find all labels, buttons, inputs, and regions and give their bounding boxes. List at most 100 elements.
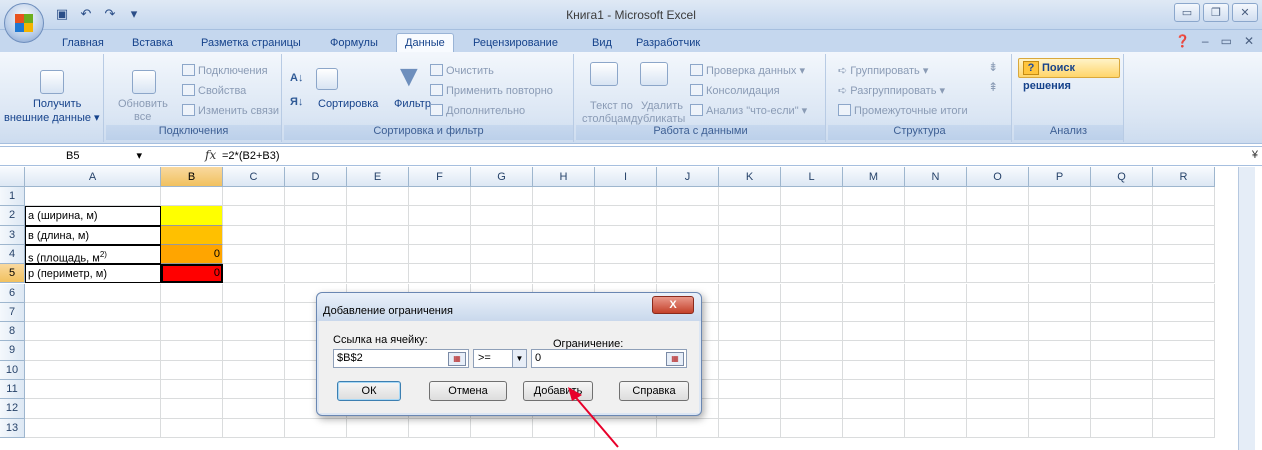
consolidate-button[interactable]: Консолидация xyxy=(690,84,780,97)
cell-i2[interactable] xyxy=(595,206,657,226)
cell-b9[interactable] xyxy=(161,341,223,361)
cell-p10[interactable] xyxy=(1029,360,1091,380)
cell-k6[interactable] xyxy=(719,283,781,303)
cell-e1[interactable] xyxy=(347,187,409,207)
minimize-button[interactable]: ▭ xyxy=(1174,3,1200,22)
row-header-4[interactable]: 4 xyxy=(0,244,25,265)
vertical-scrollbar[interactable] xyxy=(1238,167,1255,450)
cell-e13[interactable] xyxy=(347,418,409,438)
cell-k4[interactable] xyxy=(719,244,781,265)
cell-p4[interactable] xyxy=(1029,244,1091,265)
insert-function-icon[interactable]: fx xyxy=(205,148,216,162)
cell-q10[interactable] xyxy=(1091,360,1153,380)
tab-review[interactable]: Рецензирование xyxy=(473,34,558,52)
cell-c12[interactable] xyxy=(223,399,285,419)
row-header-13[interactable]: 13 xyxy=(0,418,25,438)
cell-j4[interactable] xyxy=(657,244,719,265)
column-header-d[interactable]: D xyxy=(285,167,347,187)
cell-r7[interactable] xyxy=(1153,302,1215,323)
cell-r11[interactable] xyxy=(1153,380,1215,400)
name-box[interactable]: B5 ▾ xyxy=(2,148,144,165)
cell-n1[interactable] xyxy=(905,187,967,207)
chevron-down-icon[interactable]: ▼ xyxy=(512,350,526,367)
cell-o8[interactable] xyxy=(967,322,1029,342)
cell-j1[interactable] xyxy=(657,187,719,207)
cell-g3[interactable] xyxy=(471,225,533,245)
column-header-n[interactable]: N xyxy=(905,167,967,187)
close-window-button[interactable]: ✕ xyxy=(1232,3,1258,22)
cell-m11[interactable] xyxy=(843,380,905,400)
cell-i5[interactable] xyxy=(595,264,657,284)
cell-q11[interactable] xyxy=(1091,380,1153,400)
cell-q8[interactable] xyxy=(1091,322,1153,342)
cell-c3[interactable] xyxy=(223,225,285,245)
column-header-m[interactable]: M xyxy=(843,167,905,187)
cell-b1[interactable] xyxy=(161,187,223,207)
get-external-data-label1[interactable]: Получить xyxy=(33,98,81,110)
cell-g13[interactable] xyxy=(471,418,533,438)
cell-a3[interactable]: в (длина, м) xyxy=(25,225,161,245)
cell-n8[interactable] xyxy=(905,322,967,342)
cell-l11[interactable] xyxy=(781,380,843,400)
cell-e2[interactable] xyxy=(347,206,409,226)
cell-p2[interactable] xyxy=(1029,206,1091,226)
cell-n10[interactable] xyxy=(905,360,967,380)
cell-l4[interactable] xyxy=(781,244,843,265)
cell-a7[interactable] xyxy=(25,302,161,323)
cell-l3[interactable] xyxy=(781,225,843,245)
cell-b8[interactable] xyxy=(161,322,223,342)
cell-b2[interactable] xyxy=(161,206,223,226)
clear-button[interactable]: Очистить xyxy=(430,64,494,77)
cell-n5[interactable] xyxy=(905,264,967,284)
cell-c2[interactable] xyxy=(223,206,285,226)
cell-j13[interactable] xyxy=(657,418,719,438)
cell-b13[interactable] xyxy=(161,418,223,438)
cell-j3[interactable] xyxy=(657,225,719,245)
connections-button[interactable]: Подключения xyxy=(182,64,268,77)
cell-i4[interactable] xyxy=(595,244,657,265)
cell-r10[interactable] xyxy=(1153,360,1215,380)
solver-button[interactable]: ? Поиск решения xyxy=(1018,58,1120,92)
cell-q7[interactable] xyxy=(1091,302,1153,323)
cell-a5[interactable]: p (периметр, м) xyxy=(25,264,161,284)
cell-m4[interactable] xyxy=(843,244,905,265)
cell-a10[interactable] xyxy=(25,360,161,380)
cell-n7[interactable] xyxy=(905,302,967,323)
cell-r13[interactable] xyxy=(1153,418,1215,438)
cell-l2[interactable] xyxy=(781,206,843,226)
cell-n3[interactable] xyxy=(905,225,967,245)
cell-m9[interactable] xyxy=(843,341,905,361)
cell-e4[interactable] xyxy=(347,244,409,265)
column-header-q[interactable]: Q xyxy=(1091,167,1153,187)
tab-insert[interactable]: Вставка xyxy=(132,34,173,52)
column-header-e[interactable]: E xyxy=(347,167,409,187)
cell-o7[interactable] xyxy=(967,302,1029,323)
column-header-p[interactable]: P xyxy=(1029,167,1091,187)
remove-duplicates-label2[interactable]: дубликаты xyxy=(631,113,685,125)
cell-reference-input[interactable]: $B$2 ▦ xyxy=(333,349,469,368)
advanced-button[interactable]: Дополнительно xyxy=(430,104,525,117)
cell-a1[interactable] xyxy=(25,187,161,207)
tab-page-layout[interactable]: Разметка страницы xyxy=(201,34,301,52)
cell-b6[interactable] xyxy=(161,283,223,303)
cell-o11[interactable] xyxy=(967,380,1029,400)
cell-a13[interactable] xyxy=(25,418,161,438)
cell-k5[interactable] xyxy=(719,264,781,284)
row-header-9[interactable]: 9 xyxy=(0,341,25,361)
cell-n12[interactable] xyxy=(905,399,967,419)
cell-m8[interactable] xyxy=(843,322,905,342)
cell-a11[interactable] xyxy=(25,380,161,400)
cancel-button[interactable]: Отмена xyxy=(429,381,507,401)
cell-q4[interactable] xyxy=(1091,244,1153,265)
cell-q2[interactable] xyxy=(1091,206,1153,226)
cell-p12[interactable] xyxy=(1029,399,1091,419)
cell-o4[interactable] xyxy=(967,244,1029,265)
cell-k3[interactable] xyxy=(719,225,781,245)
tab-view[interactable]: Вид xyxy=(592,34,612,52)
cell-i3[interactable] xyxy=(595,225,657,245)
cell-r8[interactable] xyxy=(1153,322,1215,342)
row-header-3[interactable]: 3 xyxy=(0,225,25,245)
constraint-input[interactable]: 0 ▦ xyxy=(531,349,687,368)
cell-n9[interactable] xyxy=(905,341,967,361)
cell-h3[interactable] xyxy=(533,225,595,245)
